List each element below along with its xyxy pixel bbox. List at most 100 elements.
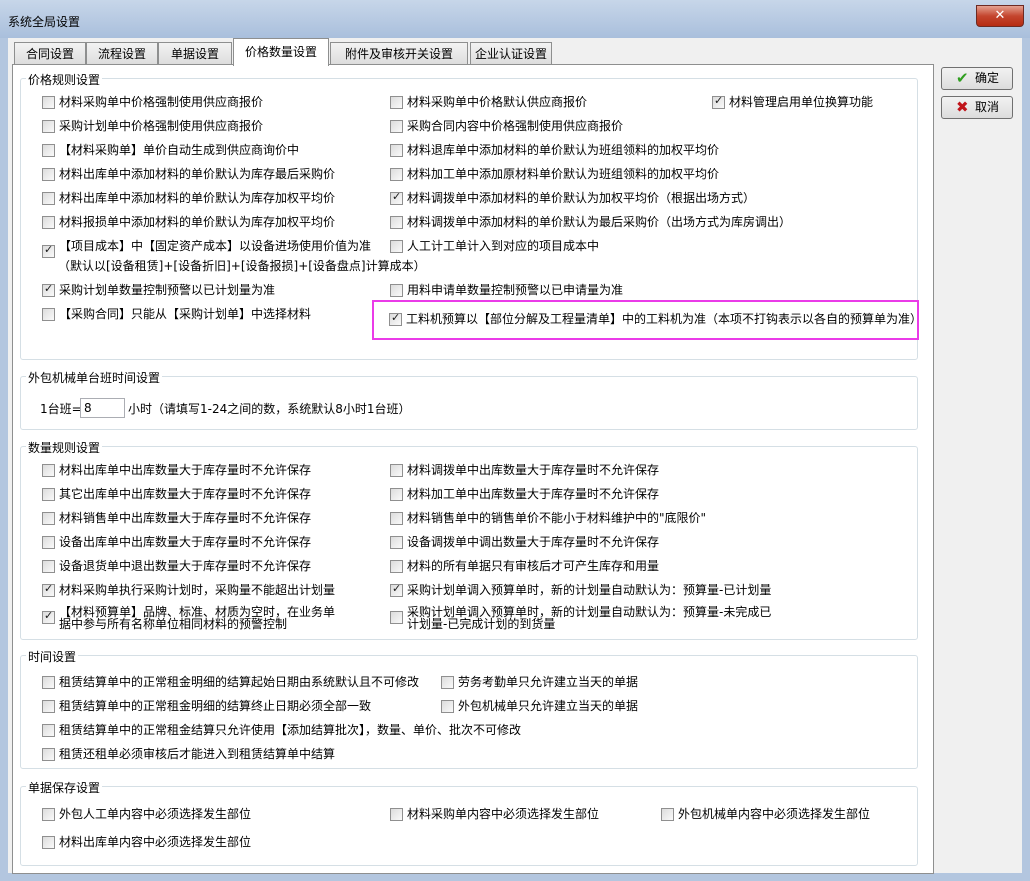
checkbox-label-price-16[interactable]: 用料申请单数量控制预警以已申请量为准: [407, 283, 623, 297]
tab-document[interactable]: 单据设置: [158, 42, 232, 65]
checkbox-label-time-4[interactable]: 租赁结算单中的正常租金结算只允许使用【添加结算批次】，数量、单价、批次不可修改: [59, 723, 521, 737]
checkbox-quantity-0[interactable]: [42, 464, 55, 477]
checkbox-price-5[interactable]: [42, 144, 55, 157]
checkbox-label-price-2[interactable]: 材料管理启用单位换算功能: [729, 95, 873, 109]
close-window-button[interactable]: ✕: [976, 5, 1024, 27]
checkbox-label-quantity-0[interactable]: 材料出库单中出库数量大于库存量时不允许保存: [59, 463, 311, 477]
checkbox-label-quantity-3[interactable]: 材料加工单中出库数量大于库存量时不允许保存: [407, 487, 659, 501]
checkbox-quantity-1[interactable]: [390, 464, 403, 477]
shift-hours-input[interactable]: 8: [80, 398, 125, 418]
checkbox-label-price-11[interactable]: 材料报损单中添加材料的单价默认为库存加权平均价: [59, 215, 335, 229]
checkbox-quantity-12[interactable]: [42, 609, 55, 624]
checkbox-save-2[interactable]: [661, 808, 674, 821]
checkbox-label-quantity-4[interactable]: 材料销售单中出库数量大于库存量时不允许保存: [59, 511, 311, 525]
checkbox-label-price-10[interactable]: 材料调拨单中添加材料的单价默认为加权平均价（根据出场方式）: [407, 191, 755, 205]
checkbox-quantity-13[interactable]: [390, 611, 403, 624]
checkbox-label-time-2[interactable]: 租赁结算单中的正常租金明细的结算终止日期必须全部一致: [59, 699, 371, 713]
checkbox-price-4[interactable]: [390, 120, 403, 133]
tab-contract[interactable]: 合同设置: [14, 42, 86, 65]
window-frame-right: [1022, 38, 1030, 881]
checkbox-quantity-4[interactable]: [42, 512, 55, 525]
checkbox-time-2[interactable]: [42, 700, 55, 713]
checkbox-label-price-7[interactable]: 材料出库单中添加材料的单价默认为库存最后采购价: [59, 167, 335, 181]
checkbox-label-save-1[interactable]: 材料采购单内容中必须选择发生部位: [407, 807, 599, 821]
checkbox-price-6[interactable]: [390, 144, 403, 157]
checkbox-label-price-9[interactable]: 材料出库单中添加材料的单价默认为库存加权平均价: [59, 191, 335, 205]
checkbox-label-time-3[interactable]: 外包机械单只允许建立当天的单据: [458, 699, 638, 713]
checkbox-label-price-15[interactable]: 采购计划单数量控制预警以已计划量为准: [59, 283, 275, 297]
checkbox-price-7[interactable]: [42, 168, 55, 181]
checkbox-quantity-2[interactable]: [42, 488, 55, 501]
tab-workflow[interactable]: 流程设置: [86, 42, 158, 65]
checkbox-save-0[interactable]: [42, 808, 55, 821]
checkbox-label-price-5[interactable]: 【材料采购单】单价自动生成到供应商询价中: [59, 143, 299, 157]
checkbox-label-price-14[interactable]: 人工计工单计入到对应的项目成本中: [407, 239, 599, 253]
checkbox-label-save-0[interactable]: 外包人工单内容中必须选择发生部位: [59, 807, 251, 821]
checkbox-price-3[interactable]: [42, 120, 55, 133]
checkbox-label-quantity-11[interactable]: 采购计划单调入预算单时，新的计划量自动默认为：预算量-已计划量: [407, 583, 771, 597]
checkbox-label-price-18[interactable]: 工料机预算以【部位分解及工程量清单】中的工料机为准（本项不打钩表示以各自的预算单…: [406, 312, 922, 326]
checkbox-save-3[interactable]: [42, 836, 55, 849]
checkbox-time-1[interactable]: [441, 676, 454, 689]
checkbox-save-1[interactable]: [390, 808, 403, 821]
checkbox-quantity-3[interactable]: [390, 488, 403, 501]
checkbox-label-time-5[interactable]: 租赁还租单必须审核后才能进入到租赁结算单中结算: [59, 747, 335, 761]
checkbox-time-5[interactable]: [42, 748, 55, 761]
checkbox-label-quantity-10[interactable]: 材料采购单执行采购计划时，采购量不能超出计划量: [59, 583, 335, 597]
save-settings-title: 单据保存设置: [26, 779, 103, 796]
tab-attachment-audit[interactable]: 附件及审核开关设置: [330, 42, 468, 65]
checkbox-label-price-12[interactable]: 材料调拨单中添加材料的单价默认为最后采购价（出场方式为库房调出）: [407, 215, 791, 229]
checkbox-label-price-4[interactable]: 采购合同内容中价格强制使用供应商报价: [407, 119, 623, 133]
checkbox-label-quantity-7[interactable]: 设备调拨单中调出数量大于库存量时不允许保存: [407, 535, 659, 549]
checkbox-label-price-3[interactable]: 采购计划单中价格强制使用供应商报价: [59, 119, 263, 133]
checkbox-price-2[interactable]: [712, 94, 725, 109]
checkbox-price-0[interactable]: [42, 96, 55, 109]
checkbox-price-11[interactable]: [42, 216, 55, 229]
checkbox-price-14[interactable]: [390, 240, 403, 253]
checkbox-quantity-8[interactable]: [42, 560, 55, 573]
checkbox-time-3[interactable]: [441, 700, 454, 713]
checkbox-price-1[interactable]: [390, 96, 403, 109]
tab-enterprise-cert[interactable]: 企业认证设置: [470, 42, 552, 65]
check-icon: ✔: [956, 69, 969, 87]
checkbox-label-quantity-6[interactable]: 设备出库单中出库数量大于库存量时不允许保存: [59, 535, 311, 549]
checkbox-price-17[interactable]: [42, 308, 55, 321]
checkbox-quantity-9[interactable]: [390, 560, 403, 573]
checkbox-label-save-3[interactable]: 材料出库单内容中必须选择发生部位: [59, 835, 251, 849]
checkbox-label-price-0[interactable]: 材料采购单中价格强制使用供应商报价: [59, 95, 263, 109]
cancel-button[interactable]: ✖ 取消: [941, 96, 1013, 119]
checkbox-label-save-2[interactable]: 外包机械单内容中必须选择发生部位: [678, 807, 870, 821]
ok-button[interactable]: ✔ 确定: [941, 67, 1013, 90]
checkbox-price-8[interactable]: [390, 168, 403, 181]
checkbox-quantity-10[interactable]: [42, 582, 55, 597]
window-frame-bottom: [0, 873, 1030, 881]
checkbox-label-price-17[interactable]: 【采购合同】只能从【采购计划单】中选择材料: [59, 307, 311, 321]
checkbox-label-price-13[interactable]: 【项目成本】中【固定资产成本】以设备进场使用价值为准: [59, 239, 371, 253]
checkbox-label-quantity-8[interactable]: 设备退货单中退出数量大于库存量时不允许保存: [59, 559, 311, 573]
checkbox-label-price-8[interactable]: 材料加工单中添加原材料单价默认为班组领料的加权平均价: [407, 167, 719, 181]
checkbox-label-quantity-5[interactable]: 材料销售单中的销售单价不能小于材料维护中的"底限价": [407, 511, 706, 525]
checkbox-label2-price-13: （默认以[设备租赁]+[设备折旧]+[设备报损]+[设备盘点]计算成本）: [58, 259, 426, 273]
checkbox-label-quantity-1[interactable]: 材料调拨单中出库数量大于库存量时不允许保存: [407, 463, 659, 477]
checkbox-price-10[interactable]: [390, 190, 403, 205]
close-icon: ✖: [956, 98, 969, 116]
tab-price-quantity[interactable]: 价格数量设置: [233, 38, 329, 66]
checkbox-time-4[interactable]: [42, 724, 55, 737]
checkbox-label-price-6[interactable]: 材料退库单中添加材料的单价默认为班组领料的加权平均价: [407, 143, 719, 157]
checkbox-label-time-0[interactable]: 租赁结算单中的正常租金明细的结算起始日期由系统默认且不可修改: [59, 675, 419, 689]
checkbox-quantity-7[interactable]: [390, 536, 403, 549]
checkbox-price-18[interactable]: [389, 311, 402, 326]
checkbox-label-quantity-9[interactable]: 材料的所有单据只有审核后才可产生库存和用量: [407, 559, 659, 573]
checkbox-price-9[interactable]: [42, 192, 55, 205]
checkbox-price-12[interactable]: [390, 216, 403, 229]
checkbox-price-13[interactable]: [42, 243, 55, 258]
checkbox-quantity-5[interactable]: [390, 512, 403, 525]
checkbox-label-price-1[interactable]: 材料采购单中价格默认供应商报价: [407, 95, 587, 109]
checkbox-label-time-1[interactable]: 劳务考勤单只允许建立当天的单据: [458, 675, 638, 689]
checkbox-label-quantity-2[interactable]: 其它出库单中出库数量大于库存量时不允许保存: [59, 487, 311, 501]
checkbox-price-16[interactable]: [390, 284, 403, 297]
checkbox-quantity-11[interactable]: [390, 582, 403, 597]
checkbox-price-15[interactable]: [42, 282, 55, 297]
checkbox-quantity-6[interactable]: [42, 536, 55, 549]
checkbox-time-0[interactable]: [42, 676, 55, 689]
